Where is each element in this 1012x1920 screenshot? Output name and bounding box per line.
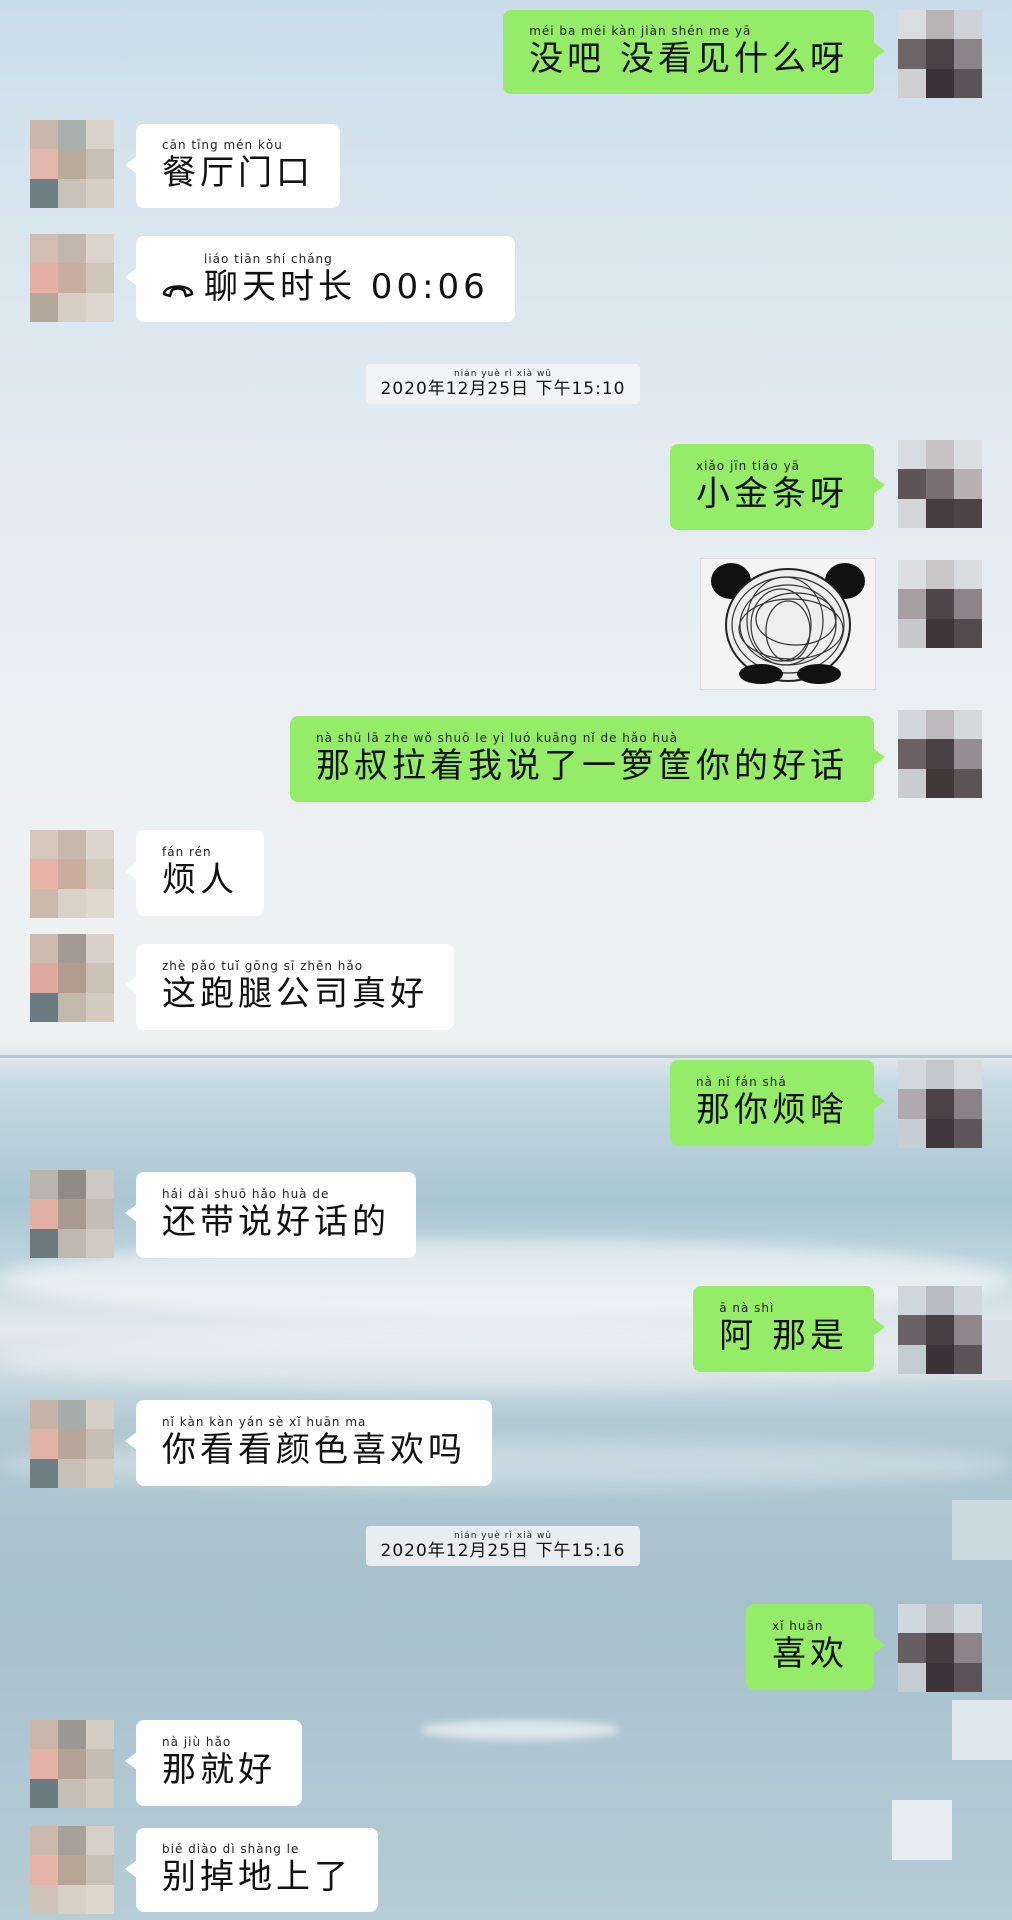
message-pinyin: méi ba méi kàn jiàn shén me yā [529,24,752,38]
message-text: 聊天时长 00:06 [204,267,489,307]
privacy-mosaic [892,1800,952,1860]
message-bubble-outgoing[interactable]: xiǎo jīn tiáo yā 小金条呀 [670,444,885,530]
message-bubble-incoming[interactable]: fán rén 烦人 [125,830,264,916]
message-bubble-outgoing[interactable]: ā nà shì 阿 那是 [693,1286,885,1372]
message-pinyin: zhè pǎo tuǐ gōng sī zhēn hǎo [162,959,364,973]
message-bubble-incoming[interactable]: zhè pǎo tuǐ gōng sī zhēn hǎo 这跑腿公司真好 [125,944,454,1030]
message-bubble-incoming[interactable]: bié diào dì shàng le 别掉地上了 [125,1828,378,1912]
message-pinyin: nǐ kàn kàn yán sè xǐ huān ma [162,1415,367,1429]
message-bubble-outgoing[interactable]: méi ba méi kàn jiàn shén me yā 没吧 没看见什么呀 [503,10,885,94]
avatar-contact[interactable] [30,1170,114,1258]
avatar-self[interactable] [898,1060,982,1148]
message-pinyin: hái dài shuō hǎo huà de [162,1187,330,1201]
avatar-self[interactable] [898,1604,982,1692]
message-pinyin: nà nǐ fán shá [696,1075,787,1089]
message-bubble-incoming[interactable]: hái dài shuō hǎo huà de 还带说好话的 [125,1172,416,1258]
avatar-self[interactable] [898,10,982,98]
avatar-contact[interactable] [30,1400,114,1488]
message-bubble-incoming[interactable]: nǐ kàn kàn yán sè xǐ huān ma 你看看颜色喜欢吗 [125,1400,492,1486]
avatar-contact[interactable] [30,1720,114,1808]
message-text: 阿 那是 [719,1316,848,1356]
avatar-self[interactable] [898,560,982,648]
avatar-contact[interactable] [30,934,114,1022]
message-pinyin: xǐ huān [772,1619,824,1633]
sticker-image[interactable] [700,558,876,690]
message-pinyin: nà shū lā zhe wǒ shuō le yì luó kuāng nǐ… [316,731,678,745]
message-text: 还带说好话的 [162,1202,390,1242]
message-text: 那你烦啥 [696,1090,848,1130]
message-text: 别掉地上了 [162,1857,352,1897]
avatar-self[interactable] [898,710,982,798]
phone-hangup-icon [162,273,194,308]
message-bubble-incoming[interactable]: cān tīng mén kǒu 餐厅门口 [125,124,340,208]
sea-horizon [0,1055,1012,1058]
message-bubble-outgoing[interactable]: nà nǐ fán shá 那你烦啥 [670,1060,885,1146]
message-text: 这跑腿公司真好 [162,974,428,1014]
timestamp-divider: nián yuè rì xià wǔ 2020年12月25日 下午15:16 [366,1526,640,1566]
avatar-self[interactable] [898,440,982,528]
avatar-self[interactable] [898,1286,982,1374]
message-bubble-incoming[interactable]: nà jiù hǎo 那就好 [125,1720,302,1806]
privacy-mosaic [952,1700,1012,1760]
message-pinyin: cān tīng mén kǒu [162,138,283,152]
timestamp-text: 2020年12月25日 下午15:16 [380,1541,626,1561]
message-pinyin: xiǎo jīn tiáo yā [696,459,801,473]
message-text: 烦人 [162,860,238,900]
timestamp-pinyin: nián yuè rì xià wǔ [453,1531,553,1541]
message-text: 小金条呀 [696,474,848,514]
avatar-contact[interactable] [30,234,114,322]
message-text: 餐厅门口 [162,153,314,193]
message-text: 喜欢 [772,1634,848,1674]
message-pinyin: fán rén [162,845,212,859]
timestamp-text: 2020年12月25日 下午15:10 [380,379,626,399]
message-text: 那叔拉着我说了一箩筐你的好话 [316,746,848,786]
message-pinyin: nà jiù hǎo [162,1735,232,1749]
message-text: 你看看颜色喜欢吗 [162,1430,466,1470]
avatar-contact[interactable] [30,830,114,918]
avatar-contact[interactable] [30,1826,114,1914]
message-text: 没吧 没看见什么呀 [529,39,848,79]
timestamp-divider: nián yuè rì xià wǔ 2020年12月25日 下午15:10 [366,364,640,404]
message-pinyin: liáo tiān shí cháng [204,252,333,266]
message-text: 那就好 [162,1750,276,1790]
avatar-contact[interactable] [30,120,114,208]
timestamp-pinyin: nián yuè rì xià wǔ [453,369,553,379]
message-pinyin: bié diào dì shàng le [162,1842,300,1856]
message-bubble-outgoing[interactable]: xǐ huān 喜欢 [746,1604,885,1690]
message-bubble-outgoing[interactable]: nà shū lā zhe wǒ shuō le yì luó kuāng nǐ… [290,716,885,802]
message-pinyin: ā nà shì [719,1301,775,1315]
panda-meme-sticker-icon [711,563,865,684]
call-record-bubble[interactable]: liáo tiān shí cháng 聊天时长 00:06 [125,236,515,322]
shore-foam [420,1720,620,1740]
privacy-mosaic [952,1500,1012,1560]
